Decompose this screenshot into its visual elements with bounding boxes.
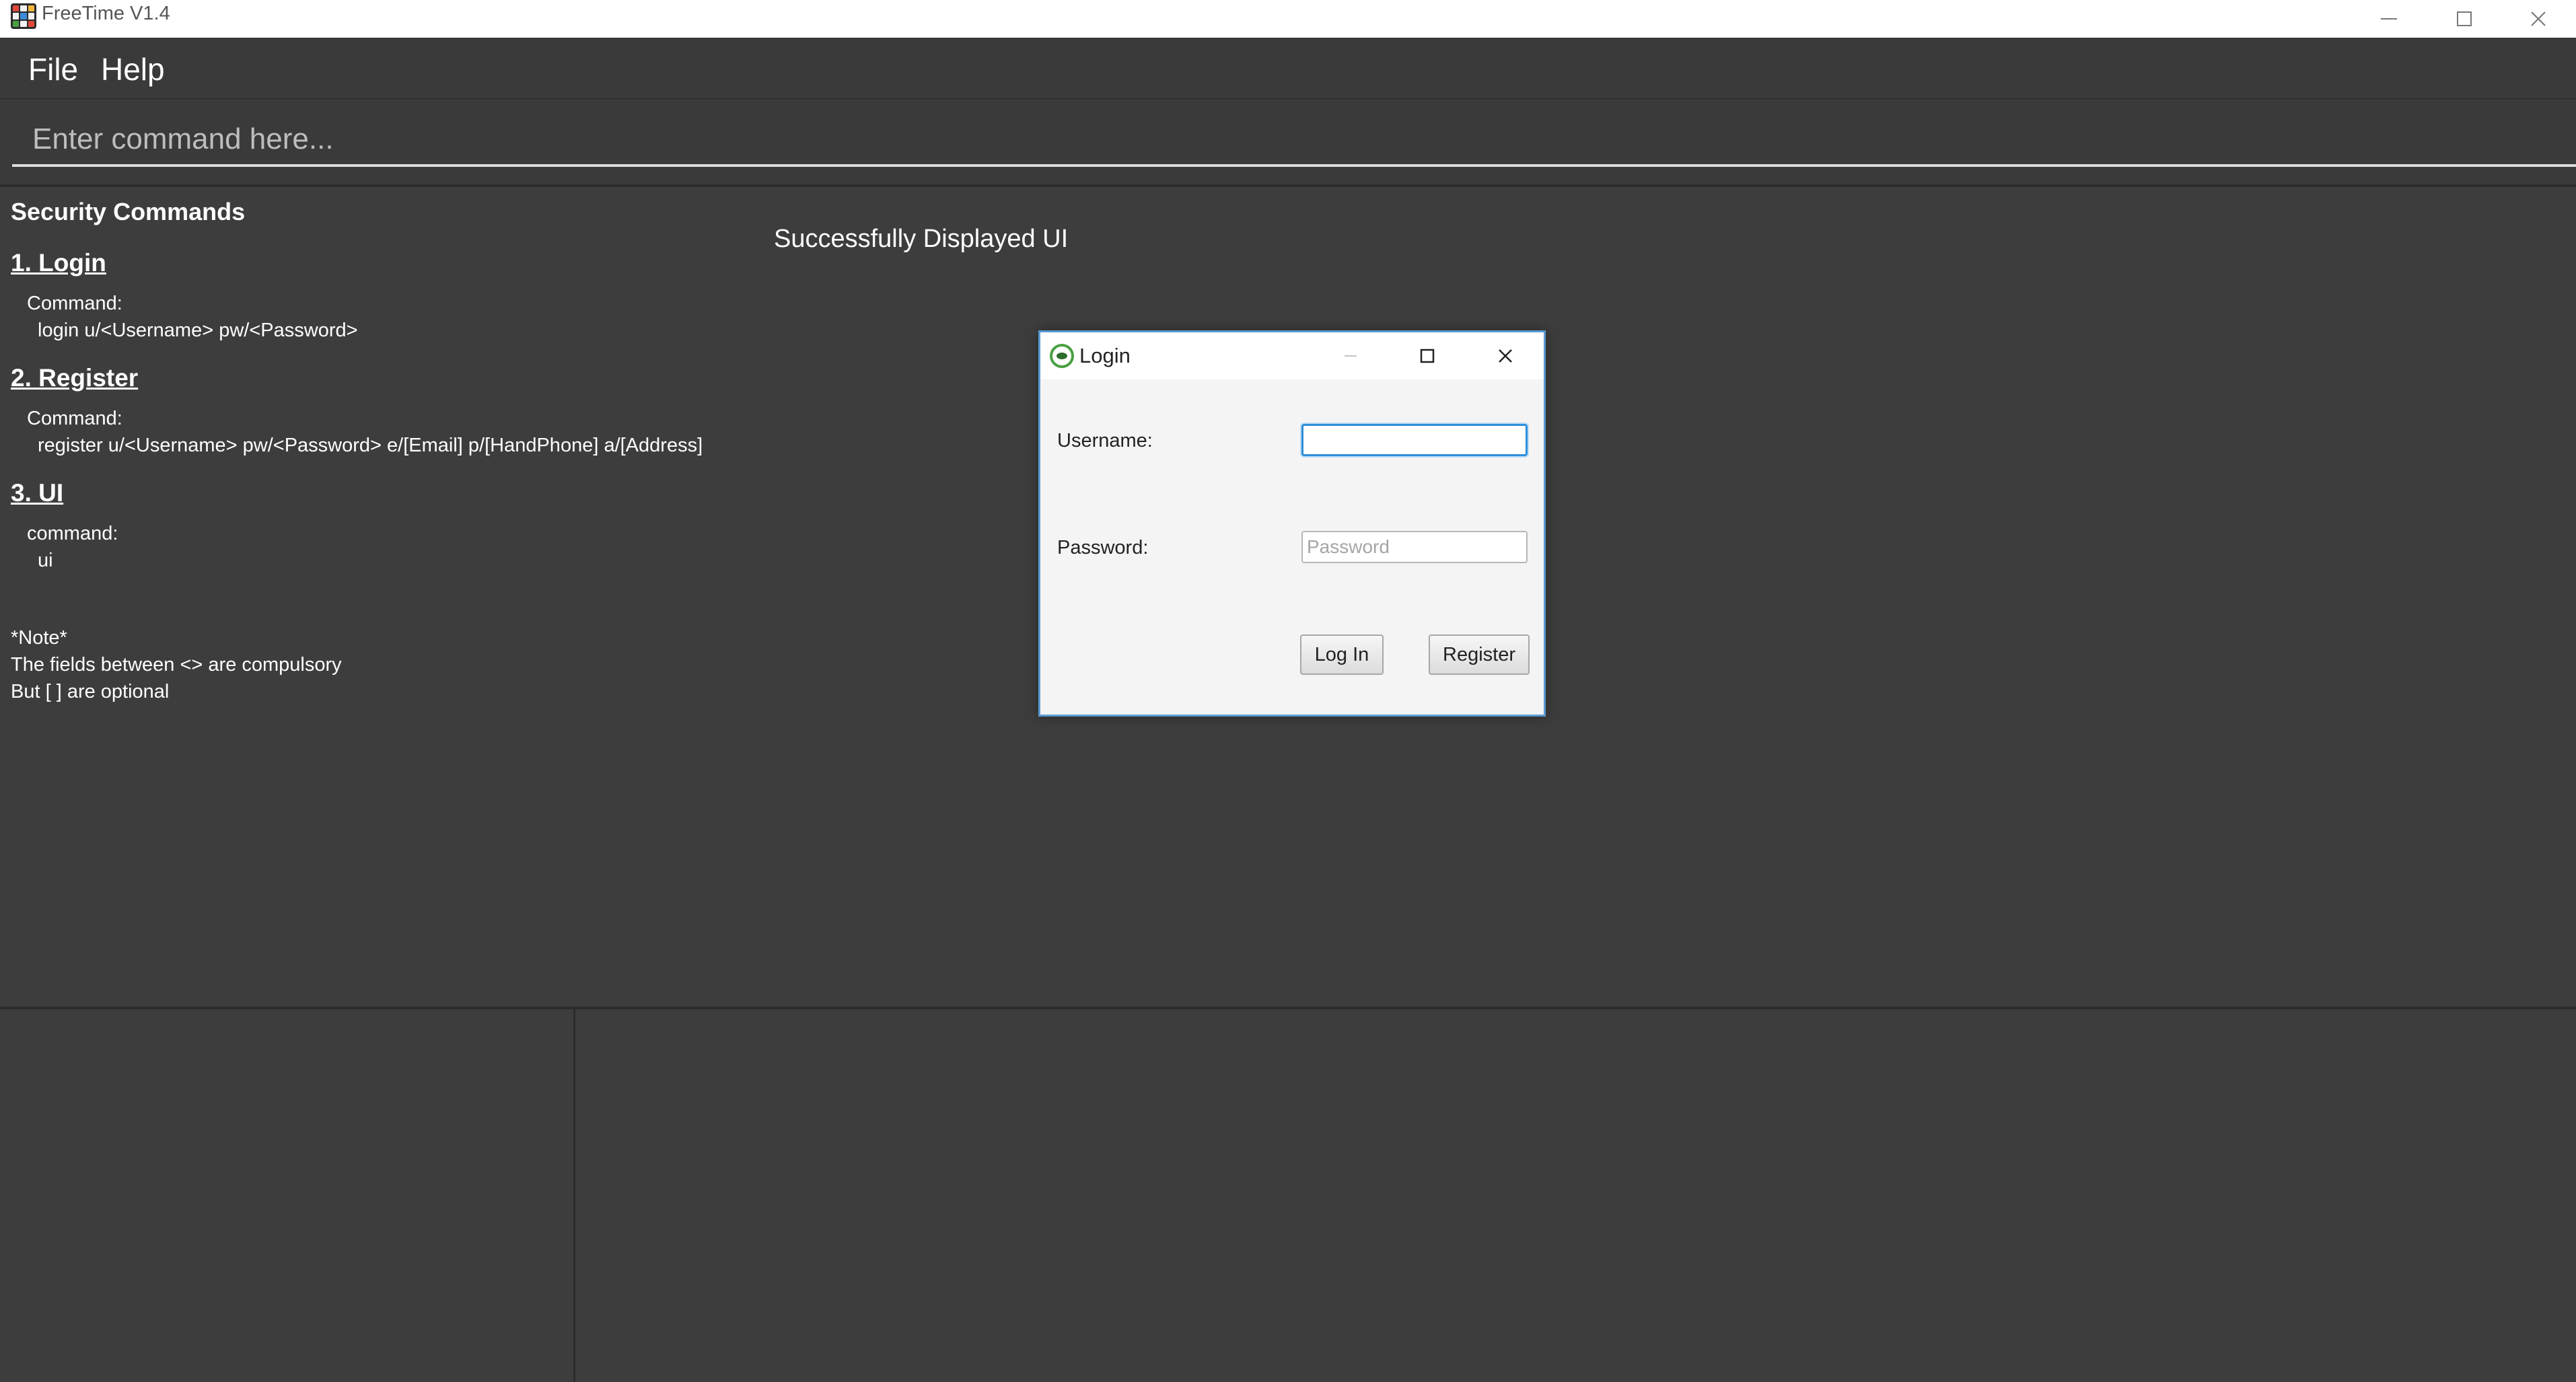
note-line: But [ ] are optional	[11, 681, 170, 702]
command-label: Command:	[27, 408, 122, 429]
minimize-button[interactable]	[2351, 0, 2427, 38]
login-app-icon	[1050, 344, 1074, 368]
command-input[interactable]	[12, 114, 2576, 167]
minimize-icon	[2381, 18, 2397, 20]
menu-bar: File Help	[0, 38, 2576, 100]
login-button[interactable]: Log In	[1300, 634, 1384, 675]
dialog-title: Login	[1079, 344, 1131, 367]
section-heading-ui: 3. UI	[11, 479, 64, 507]
section-heading-register: 2. Register	[11, 364, 139, 392]
note-title: *Note*	[11, 627, 67, 649]
dialog-titlebar: Login	[1040, 332, 1544, 379]
command-box	[0, 101, 2576, 184]
dialog-minimize-button[interactable]	[1313, 332, 1388, 379]
username-label: Username:	[1057, 430, 1153, 451]
freetime-grid-icon	[11, 3, 36, 29]
maximize-icon	[1420, 349, 1435, 363]
maximize-icon	[2457, 11, 2472, 26]
window-titlebar: FreeTime V1.4	[0, 0, 2576, 38]
password-input[interactable]	[1301, 531, 1528, 563]
command-text-ui: ui	[38, 550, 53, 571]
help-panel: Security Commands 1. Login Command: logi…	[0, 187, 760, 1008]
close-button[interactable]	[2501, 0, 2576, 38]
list-panel	[0, 1009, 575, 1382]
note-line: The fields between <> are compulsory	[11, 654, 342, 676]
close-icon	[2531, 11, 2546, 26]
login-dialog: Login Username: Password: Log In Registe…	[1038, 330, 1546, 717]
username-input[interactable]	[1301, 424, 1528, 456]
password-label: Password:	[1057, 537, 1149, 558]
register-button[interactable]: Register	[1429, 634, 1530, 675]
dialog-close-button[interactable]	[1468, 332, 1543, 379]
section-heading-login: 1. Login	[11, 249, 106, 277]
command-label: Command:	[27, 293, 122, 314]
window-title: FreeTime V1.4	[42, 3, 170, 24]
command-label: command:	[27, 523, 118, 544]
dialog-maximize-button[interactable]	[1390, 332, 1465, 379]
menu-help[interactable]: Help	[97, 48, 169, 90]
minimize-icon	[1345, 355, 1357, 357]
maximize-button[interactable]	[2427, 0, 2502, 38]
command-text-login: login u/<Username> pw/<Password>	[38, 320, 358, 341]
close-icon	[1499, 349, 1512, 363]
help-title: Security Commands	[11, 198, 246, 225]
details-panel	[577, 1009, 2576, 1382]
menu-file[interactable]: File	[24, 48, 82, 90]
command-text-register: register u/<Username> pw/<Password> e/[E…	[38, 435, 703, 456]
result-display: Successfully Displayed UI	[774, 225, 1069, 253]
